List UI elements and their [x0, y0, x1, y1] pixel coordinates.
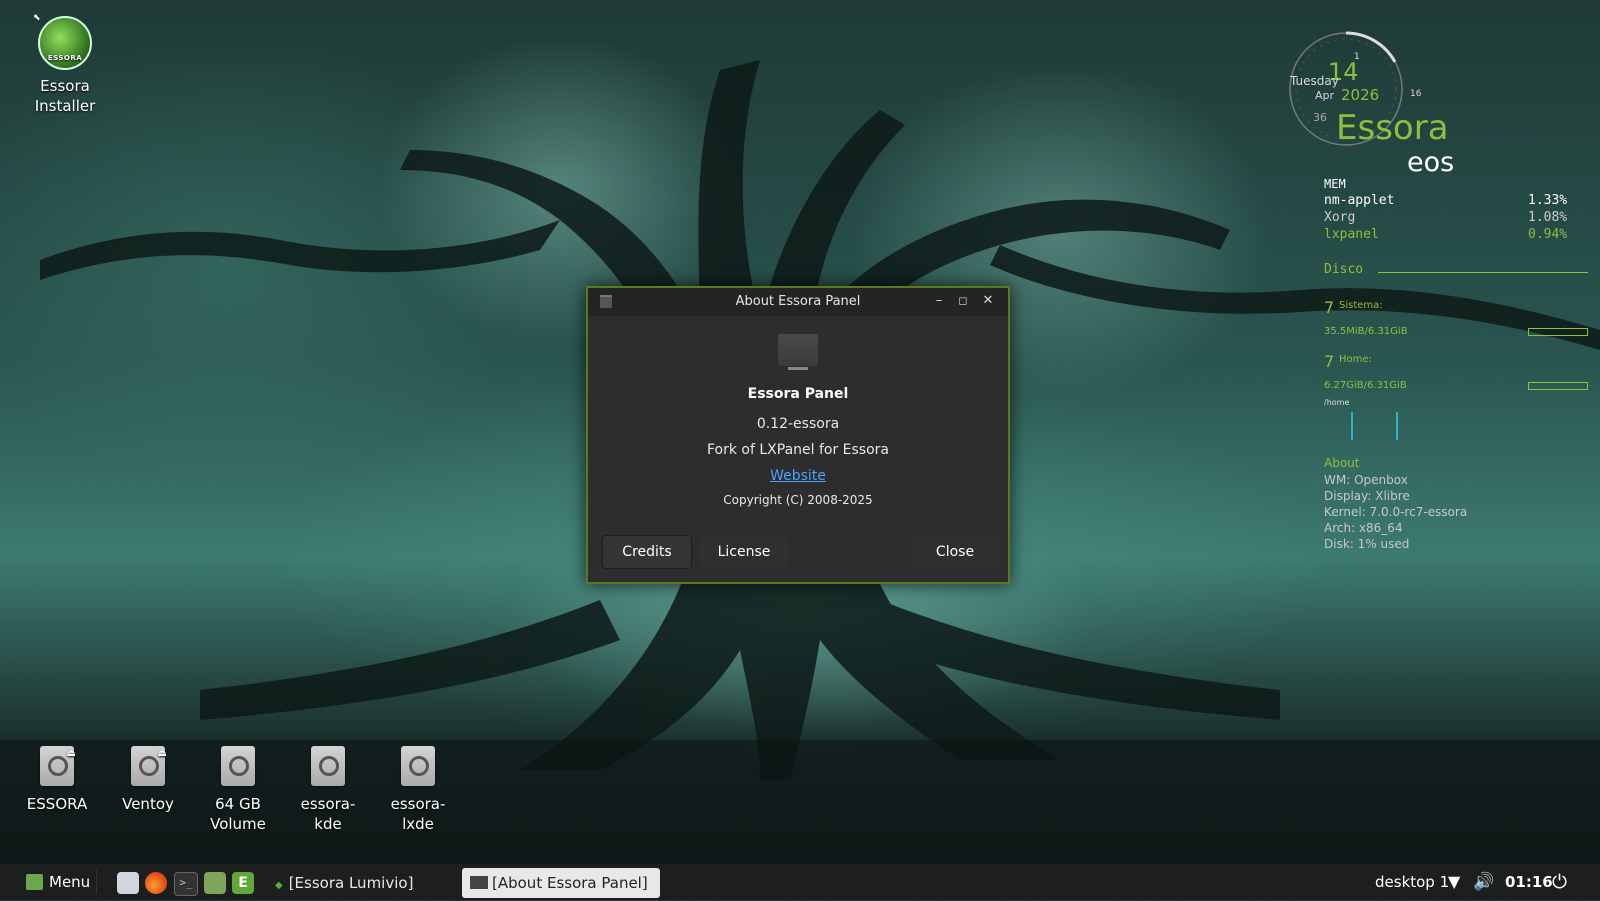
drive-icon [221, 746, 255, 786]
drive-ventoy-icon[interactable]: ⏏ Ventoy [103, 746, 193, 814]
drive-icon [311, 746, 345, 786]
conky-disk-title: Disco [1324, 262, 1364, 277]
task-label: [Essora Lumivio] [288, 874, 414, 892]
drive-icon: ⏏ [40, 746, 76, 786]
logout-icon[interactable]: ⏻ [1552, 864, 1567, 900]
task-icon [470, 876, 488, 889]
conky-home-count: 7 [1324, 352, 1335, 371]
close-window-button[interactable]: ✕ [979, 292, 997, 310]
website-link[interactable]: Website [770, 468, 826, 484]
taskbar-separator [96, 870, 97, 894]
conky-about-disk: Disk: 1% used [1324, 537, 1410, 551]
shortcut-arrow-icon: ⬉ [33, 13, 41, 23]
volume-icon[interactable]: 🔊 [1473, 864, 1494, 900]
conky-subtitle: eos [1407, 147, 1455, 178]
conky-graph-line-2 [1396, 412, 1398, 440]
conky-home-usage: 6.27GiB/6.31GiB [1324, 380, 1407, 391]
app-comments: Fork of LXPanel for Essora [706, 442, 890, 458]
drive-essora-icon[interactable]: ⏏ ESSORA [12, 746, 102, 814]
conky-clock-hour: 1 [1354, 52, 1360, 62]
app-name: Essora Panel [747, 386, 849, 402]
conky-about-arch: Arch: x86_64 [1324, 521, 1403, 535]
clock[interactable]: 01:16 [1505, 864, 1553, 900]
conky-about-display: Display: Xlibre [1324, 489, 1410, 503]
conky-proc-value-2: 1.08% [1528, 210, 1568, 225]
conky-clock-min: 16 [1410, 89, 1422, 99]
conky-about-title: About [1324, 456, 1360, 470]
close-button[interactable]: Close [910, 535, 1000, 569]
menu-button[interactable]: Menu [26, 864, 90, 900]
essora-logo-icon: ESSORA [38, 16, 92, 70]
app-copyright: Copyright (C) 2008-2025 [723, 493, 873, 507]
conky-graph-line-1 [1351, 412, 1353, 440]
eject-icon: ⏏ [157, 748, 167, 759]
drive-label-line1: ESSORA [26, 795, 88, 813]
conky-about-list: WM: Openbox Display: Xlibre Kernel: 7.0.… [1324, 472, 1467, 552]
drive-64gb-icon[interactable]: 64 GB Volume [193, 746, 283, 834]
conky-home-path: /home [1324, 398, 1350, 407]
taskbar: Menu >_ E ◆ [Essora Lumivio] [About Essor… [0, 864, 1600, 900]
drive-label-line1: Ventoy [122, 795, 174, 813]
app-version: 0.12-essora [756, 416, 840, 432]
eject-icon: ⏏ [66, 748, 76, 759]
wifi-icon[interactable]: ▼ [1448, 864, 1460, 900]
drive-label-line2: kde [314, 815, 342, 833]
firefox-icon[interactable] [145, 872, 167, 894]
conky-mem-title: MEM [1324, 177, 1346, 191]
dialog-body: Essora Panel 0.12-essora Fork of LXPanel… [588, 334, 1008, 507]
dialog-titlebar[interactable]: About Essora Panel – ◻ ✕ [588, 288, 1008, 316]
conky-sistema-bar [1528, 328, 1588, 336]
drive-icon: ⏏ [131, 746, 167, 786]
package-icon[interactable] [204, 872, 226, 894]
conky-sistema-label: Sistema: [1339, 300, 1383, 311]
conky-proc-name-2: Xorg [1324, 210, 1356, 225]
conky-clock-sec: 36 [1313, 111, 1327, 124]
conky-proc-value-3: 0.94% [1528, 227, 1568, 242]
credits-button[interactable]: Credits [602, 535, 692, 569]
conky-home-label: Home: [1339, 354, 1372, 365]
conky-proc-name-3: lxpanel [1324, 227, 1379, 242]
monitor-icon [778, 334, 818, 370]
drive-label-line2: lxde [402, 815, 434, 833]
task-label: [About Essora Panel] [492, 874, 648, 892]
drive-icon [401, 746, 435, 786]
conky-about-wm: WM: Openbox [1324, 473, 1408, 487]
drive-label-line1: essora- [390, 795, 446, 813]
conky-distro: Essora [1336, 108, 1449, 148]
terminal-icon[interactable]: >_ [174, 872, 198, 896]
task-icon: ◆ [275, 880, 283, 891]
file-manager-icon[interactable] [117, 872, 139, 894]
drive-essora-kde-icon[interactable]: essora- kde [283, 746, 373, 834]
menu-label: Menu [49, 873, 91, 891]
essora-installer-icon[interactable]: ESSORA Essora Installer [20, 16, 110, 116]
menu-icon [26, 874, 43, 890]
maximize-button[interactable]: ◻ [954, 292, 972, 310]
conky-weekday: Tuesday [1290, 74, 1339, 88]
conky-year: 2026 [1341, 86, 1380, 104]
essora-logo-text: ESSORA [47, 54, 83, 62]
drive-label-line2: Volume [210, 815, 266, 833]
installer-label-line1: Essora [40, 77, 90, 95]
conky-proc-name-1: nm-applet [1324, 193, 1395, 208]
installer-label-line2: Installer [34, 97, 96, 115]
minimize-button[interactable]: – [930, 292, 948, 310]
conky-home-bar [1528, 382, 1588, 390]
drive-label-line1: 64 GB [215, 795, 261, 813]
essora-app-icon[interactable]: E [232, 872, 254, 894]
conky-sistema-count: 7 [1324, 298, 1335, 317]
desktop-switcher[interactable]: desktop 1 [1375, 864, 1449, 900]
drive-essora-lxde-icon[interactable]: essora- lxde [373, 746, 463, 834]
about-dialog: About Essora Panel – ◻ ✕ Essora Panel 0.… [586, 286, 1010, 584]
task-essora-lumivio[interactable]: ◆ [Essora Lumivio] [267, 868, 458, 898]
conky-about-kernel: Kernel: 7.0.0-rc7-essora [1324, 505, 1468, 519]
conky-proc-value-1: 1.33% [1528, 193, 1568, 208]
conky-sistema-usage: 35.5MiB/6.31GiB [1324, 326, 1408, 337]
license-button[interactable]: License [699, 535, 789, 569]
conky-month: Apr [1315, 89, 1335, 102]
conky-disk-divider [1378, 272, 1588, 273]
task-about-essora-panel[interactable]: [About Essora Panel] [462, 868, 660, 898]
drive-label-line1: essora- [300, 795, 356, 813]
